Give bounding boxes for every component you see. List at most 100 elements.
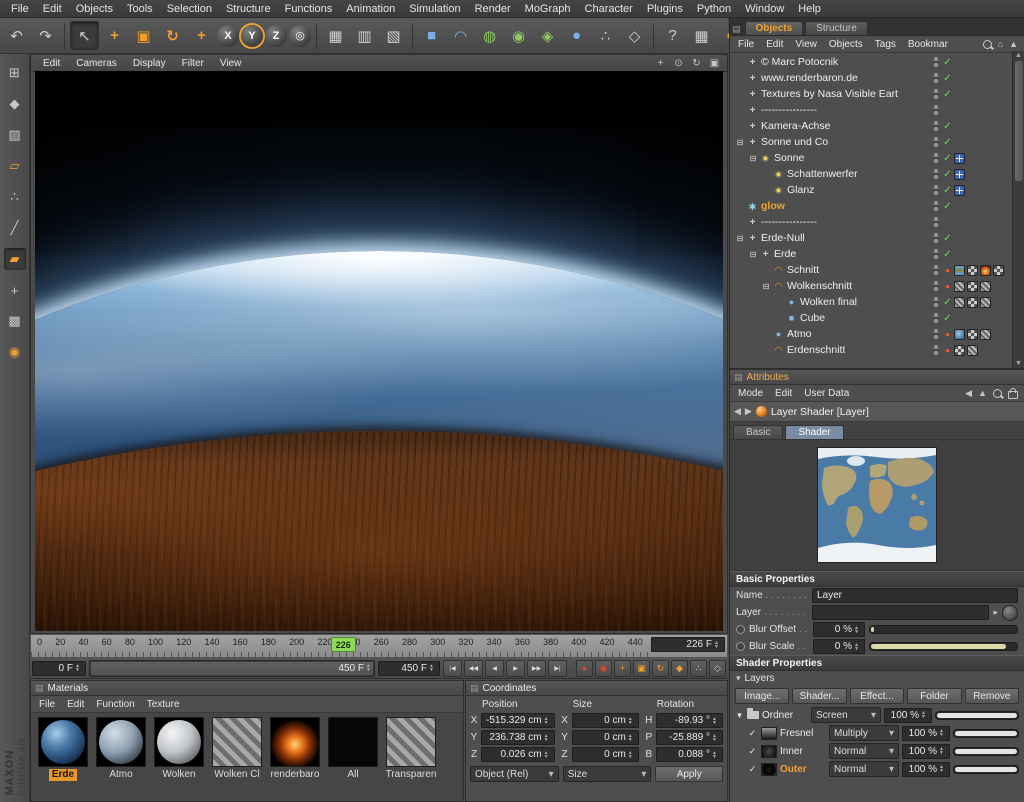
layer-opacity-slider[interactable]	[935, 711, 1019, 720]
visibility-dots[interactable]	[931, 281, 941, 291]
visibility-dots[interactable]	[931, 329, 941, 339]
visibility-dots[interactable]	[931, 201, 941, 211]
move-tool[interactable]: +	[101, 22, 128, 49]
visibility-dots[interactable]	[931, 297, 941, 307]
checker-tag-icon[interactable]	[967, 281, 978, 292]
enabled-check-icon[interactable]: ✓	[941, 313, 954, 324]
add-spline[interactable]: ◠	[447, 22, 474, 49]
menu-window[interactable]: Window	[738, 3, 791, 15]
stripes-tag-icon[interactable]	[954, 281, 965, 292]
lock-x-axis[interactable]: X	[217, 25, 239, 47]
expander-icon[interactable]: ⊟	[734, 138, 746, 147]
last-used-tool[interactable]: +	[188, 22, 215, 49]
texture-mode-icon[interactable]: ▩	[4, 310, 26, 332]
points-mode-icon[interactable]: ∴	[4, 186, 26, 208]
tree-row-wolkenschnitt[interactable]: ⊟Wolkenschnitt	[730, 278, 1012, 294]
add-particle-emitter[interactable]: ∴	[592, 22, 619, 49]
remove-button[interactable]: Remove	[965, 688, 1019, 704]
enabled-check-icon[interactable]: ✓	[941, 57, 954, 68]
earthmap-tag-icon[interactable]	[954, 265, 965, 276]
tree-row-wolken-final[interactable]: Wolken final✓	[730, 294, 1012, 310]
target-tag-icon[interactable]	[954, 169, 965, 180]
coordinate-spinner[interactable]	[544, 717, 552, 725]
menu-animation[interactable]: Animation	[339, 3, 402, 15]
layer-opacity-field[interactable]: 100 %	[902, 744, 950, 759]
record-rotation-toggle[interactable]: ↻	[652, 660, 669, 677]
coordinate-field-position-x[interactable]: -515.329 cm	[481, 713, 555, 728]
coordinate-spinner[interactable]	[544, 734, 552, 742]
enabled-check-icon[interactable]: ✓	[941, 185, 954, 196]
tree-row-erde-null[interactable]: ⊟Erde-Null✓	[730, 230, 1012, 246]
add-deformer[interactable]: ◇	[621, 22, 648, 49]
prev-frame-button[interactable]: ◀	[485, 660, 504, 677]
material-item-erde[interactable]: Erde	[35, 717, 91, 781]
fire-tag-icon[interactable]	[980, 265, 991, 276]
menu-mograph[interactable]: MoGraph	[518, 3, 578, 15]
expander-icon[interactable]: ⊟	[747, 250, 759, 259]
redo-icon[interactable]: ↷	[32, 22, 59, 49]
tree-row-[interactable]: ----------------	[730, 102, 1012, 118]
convert-editable-icon[interactable]: ⊞	[4, 62, 26, 84]
enabled-check-icon[interactable]: ✓	[941, 249, 954, 260]
layer-check-icon[interactable]: ✓	[747, 728, 758, 739]
visibility-dots[interactable]	[931, 265, 941, 275]
materials-menu-texture[interactable]: Texture	[141, 699, 186, 710]
materials-menu-edit[interactable]: Edit	[61, 699, 90, 710]
material-item-wolken-cl[interactable]: Wolken Cl	[209, 717, 265, 781]
ocean-tag-icon[interactable]	[954, 329, 965, 340]
shader-layer-fresnel[interactable]: ✓FresnelMultiply100 %	[730, 724, 1024, 742]
checker-tag-icon[interactable]	[967, 265, 978, 276]
coordinate-field-position-z[interactable]: 0.026 cm	[481, 747, 555, 762]
blur-offset-spinner[interactable]	[854, 626, 862, 634]
coordinate-field-size-x[interactable]: 0 cm	[572, 713, 639, 728]
texture-axis-mode-icon[interactable]: ▨	[4, 124, 26, 146]
tab-objects[interactable]: Objects	[745, 21, 804, 35]
render-dot-icon[interactable]	[941, 328, 954, 340]
lock-y-axis[interactable]: Y	[241, 25, 263, 47]
next-key-button[interactable]: ▶▶	[527, 660, 546, 677]
zoom-view-icon[interactable]: ⊙	[672, 58, 685, 69]
name-field[interactable]: Layer	[812, 588, 1018, 603]
image-button[interactable]: Image...	[735, 688, 789, 704]
apply-button[interactable]: Apply	[655, 766, 723, 782]
layer-popup-arrow-icon[interactable]: ▸	[993, 607, 998, 618]
stripes-tag-icon[interactable]	[954, 297, 965, 308]
coordinate-spinner[interactable]	[712, 751, 720, 759]
add-generator[interactable]: ◍	[476, 22, 503, 49]
polygon-mode-icon[interactable]: ▰	[4, 248, 26, 270]
viewport-menu-filter[interactable]: Filter	[174, 58, 212, 69]
attributes-menu-edit[interactable]: Edit	[769, 388, 798, 399]
tree-row-cube[interactable]: Cube✓	[730, 310, 1012, 326]
visibility-dots[interactable]	[931, 105, 941, 115]
tree-row-sonne-und-co[interactable]: ⊟Sonne und Co✓	[730, 134, 1012, 150]
render-dot-icon[interactable]	[941, 344, 954, 356]
shader-button[interactable]: Shader...	[792, 688, 846, 704]
visibility-dots[interactable]	[931, 73, 941, 83]
maximize-view-icon[interactable]: ▣	[708, 58, 721, 69]
workplane-mode-icon[interactable]: ▱	[4, 155, 26, 177]
visibility-dots[interactable]	[931, 137, 941, 147]
add-hypernurbs[interactable]: ◉	[505, 22, 532, 49]
menu-tools[interactable]: Tools	[120, 3, 160, 15]
coordinate-field-position-y[interactable]: 236.738 cm	[481, 730, 555, 745]
pan-view-icon[interactable]: +	[654, 58, 667, 69]
objects-menu-objects[interactable]: Objects	[823, 39, 869, 50]
coordinate-field-rotation-b[interactable]: 0.088 °	[656, 747, 723, 762]
blend-mode-dropdown[interactable]: Normal	[829, 743, 899, 759]
up-arrow-icon[interactable]: ▲	[1009, 39, 1018, 49]
checker-tag-icon[interactable]	[967, 329, 978, 340]
coordinate-spinner[interactable]	[628, 717, 636, 725]
visibility-dots[interactable]	[931, 121, 941, 131]
animation-dot-icon[interactable]	[736, 642, 745, 651]
layer-opacity-spinner[interactable]	[939, 747, 947, 755]
expander-icon[interactable]: ⊟	[747, 154, 759, 163]
blur-scale-slider[interactable]	[869, 642, 1018, 651]
expander-icon[interactable]: ⊟	[760, 282, 772, 291]
render-active-view[interactable]: ▦	[322, 22, 349, 49]
visibility-dots[interactable]	[931, 233, 941, 243]
layer-field[interactable]	[812, 605, 989, 620]
menu-edit[interactable]: Edit	[36, 3, 69, 15]
layer-check-icon[interactable]: ✓	[747, 764, 758, 775]
material-item-wolken[interactable]: Wolken	[151, 717, 207, 781]
target-tag-icon[interactable]	[954, 153, 965, 164]
